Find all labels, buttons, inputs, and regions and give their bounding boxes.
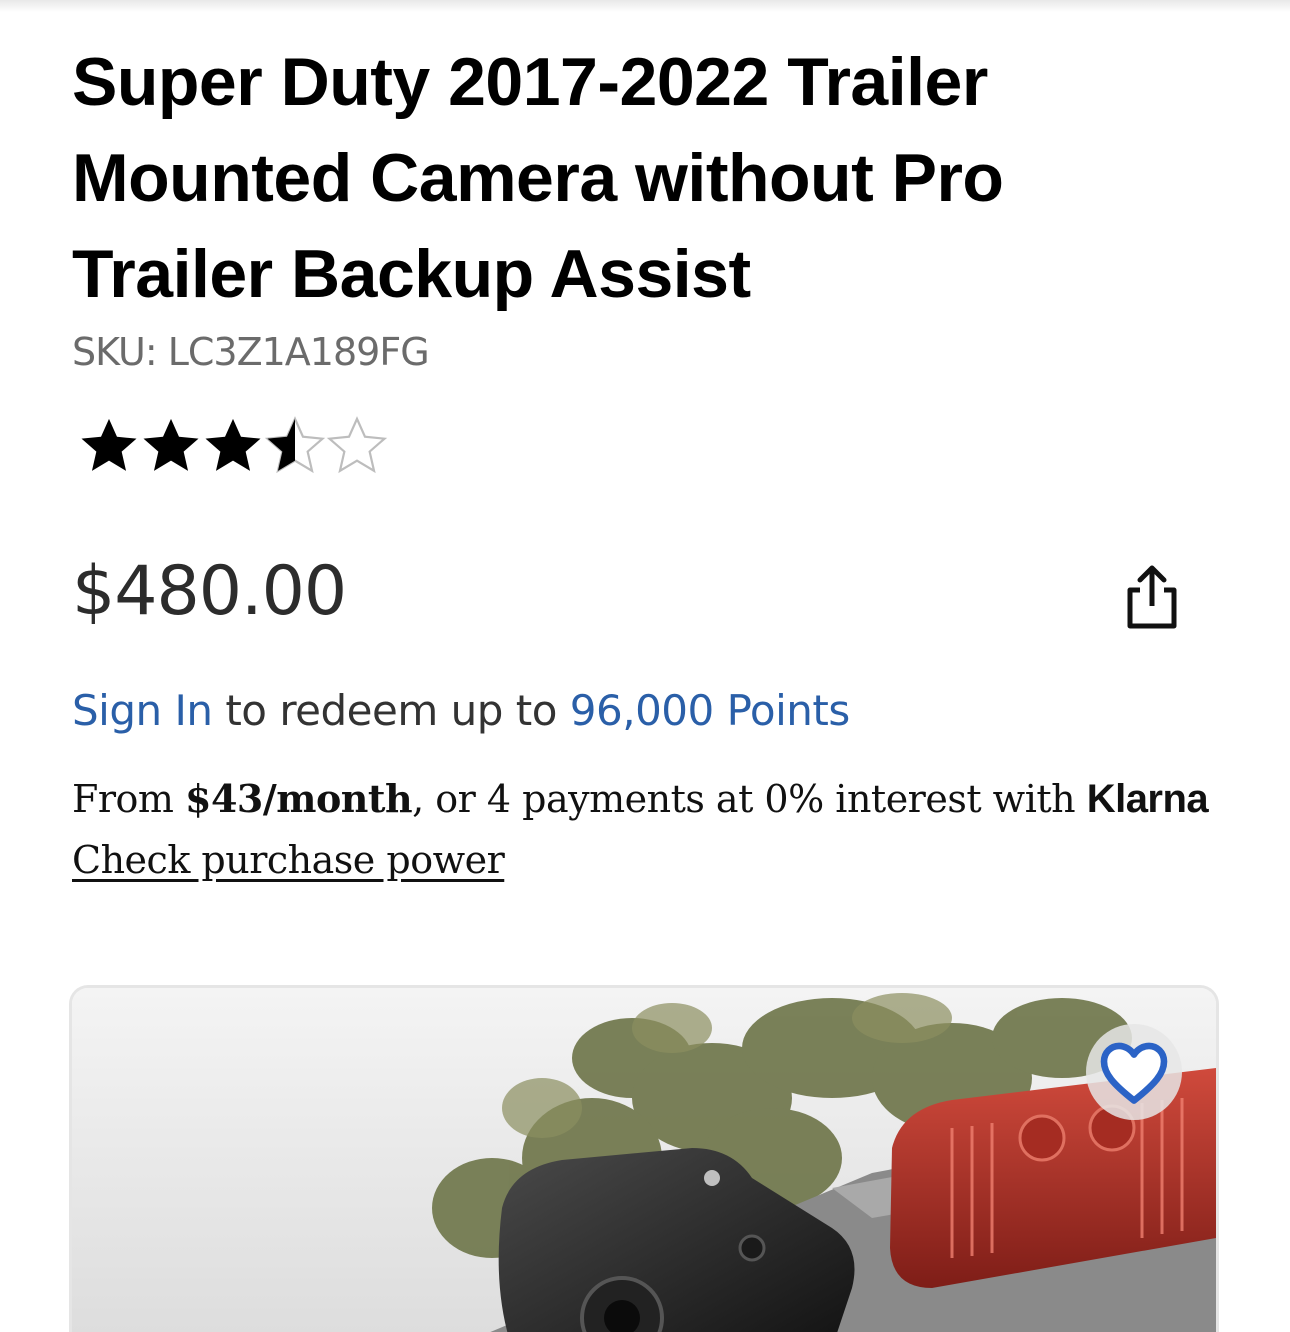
heart-icon	[1100, 1042, 1168, 1104]
points-redeem-line: Sign In to redeem up to 96,000 Points	[72, 686, 850, 735]
sign-in-link[interactable]: Sign In	[72, 686, 213, 735]
top-edge-shadow	[0, 0, 1290, 12]
points-middle-text: to redeem up to	[212, 686, 570, 735]
share-icon	[1127, 565, 1177, 629]
points-amount[interactable]: 96,000 Points	[570, 686, 850, 735]
klarna-logo: Klarna	[1086, 777, 1209, 821]
star-icon	[81, 418, 137, 471]
monthly-amount: $43/month	[185, 776, 413, 821]
product-photo	[72, 988, 1216, 1332]
product-sku: SKU: LC3Z1A189FG	[72, 330, 430, 374]
klarna-financing-line: From $43/month, or 4 payments at 0% inte…	[72, 776, 1222, 822]
financing-prefix: From	[72, 777, 186, 821]
product-image-card[interactable]	[72, 988, 1216, 1332]
star-icon	[143, 418, 199, 471]
share-button[interactable]	[1120, 560, 1184, 632]
financing-middle: , or 4 payments at 0% interest with	[412, 777, 1087, 821]
star-rating[interactable]	[76, 412, 388, 482]
product-title: Super Duty 2017-2022 Trailer Mounted Cam…	[72, 44, 1004, 312]
star-empty-icon	[326, 416, 388, 474]
star-half-icon	[264, 416, 326, 474]
favorite-button[interactable]	[1086, 1024, 1182, 1120]
product-price: $480.00	[72, 552, 347, 631]
check-purchase-power-link[interactable]: Check purchase power	[72, 838, 505, 882]
star-icon	[205, 418, 261, 471]
